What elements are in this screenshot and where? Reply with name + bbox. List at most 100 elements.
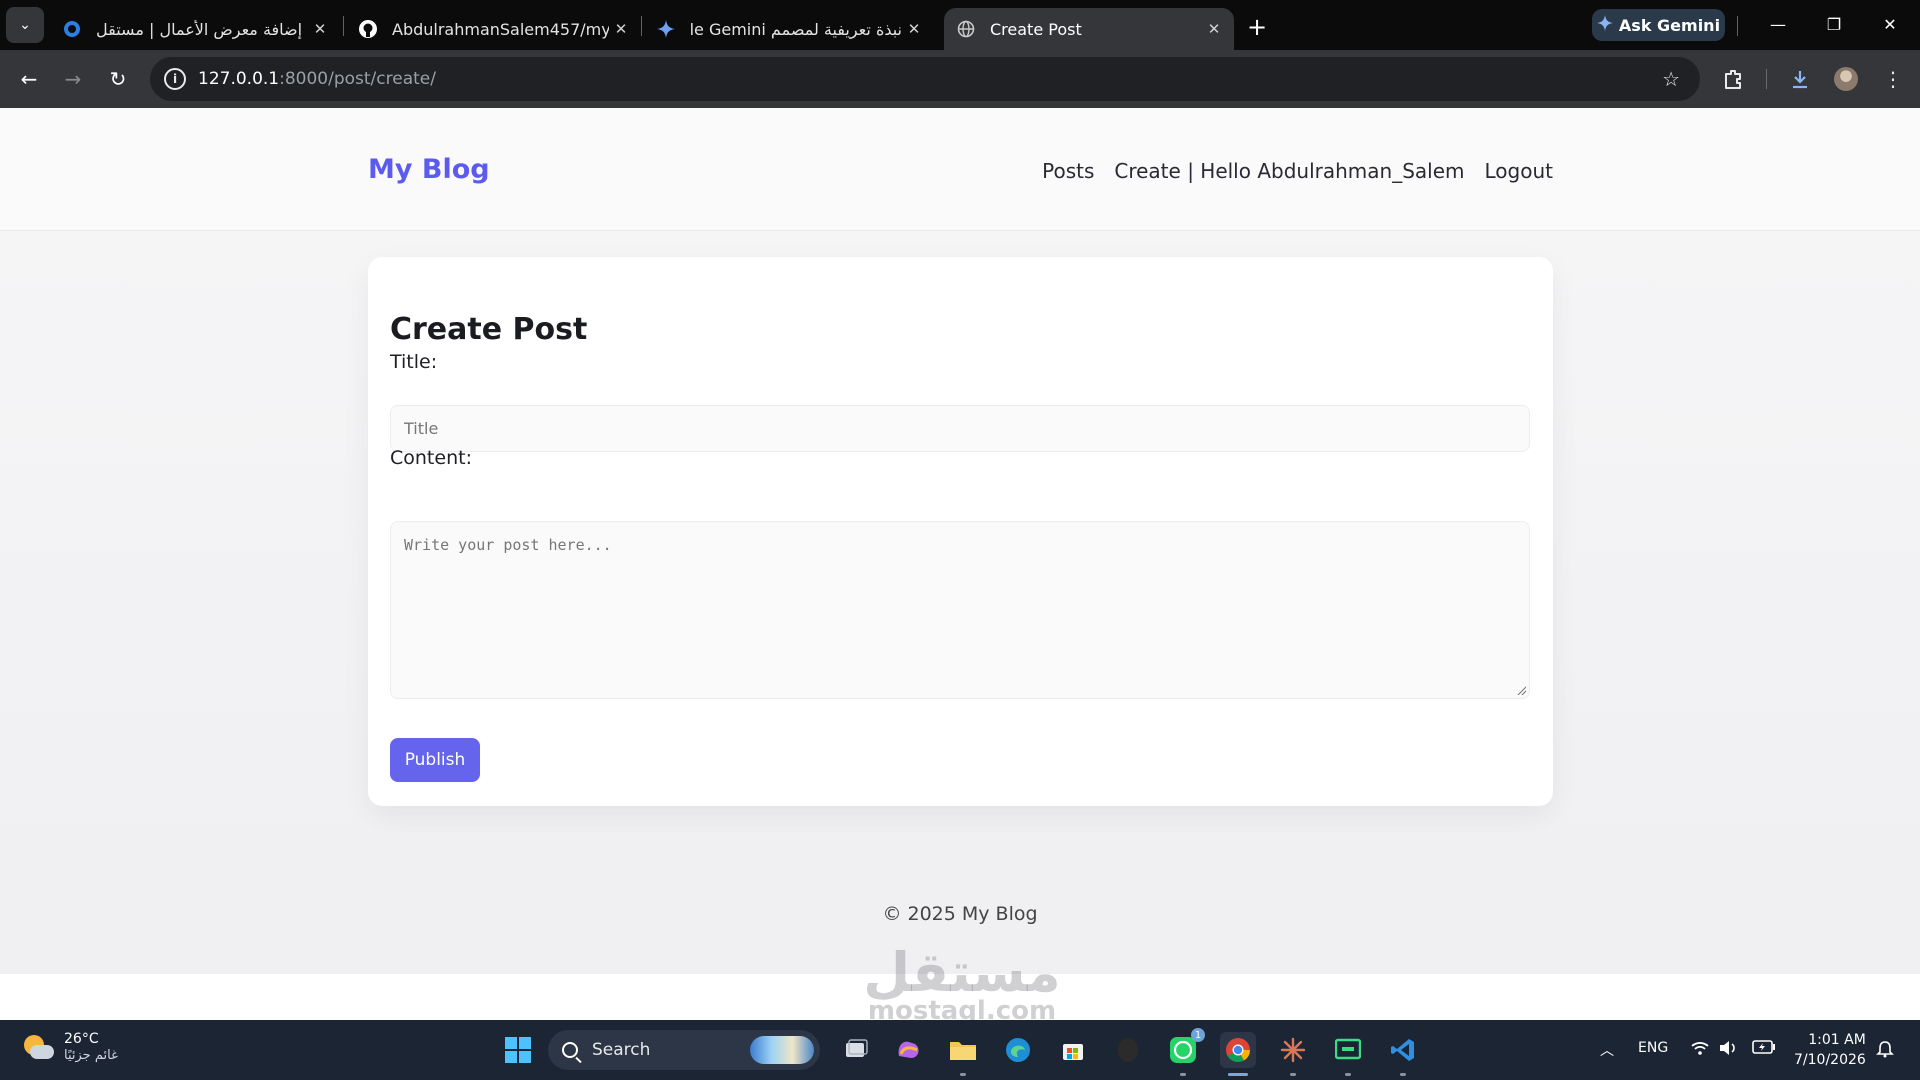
tab-title: Create Post: [990, 19, 1082, 39]
site-header: My Blog Posts Create | Hello Abdulrahman…: [0, 108, 1920, 231]
close-icon[interactable]: ✕: [1202, 20, 1226, 38]
search-highlight-art: [750, 1036, 814, 1064]
ask-gemini-button[interactable]: Ask Gemini: [1592, 9, 1725, 41]
gemini-icon: [1596, 15, 1613, 35]
restore-icon: ❐: [1826, 14, 1842, 34]
arrow-left-icon: ←: [20, 67, 38, 91]
windows-logo-icon: [505, 1037, 531, 1063]
page-title: Create Post: [390, 312, 588, 347]
profile-avatar[interactable]: [1834, 67, 1858, 91]
wifi-icon[interactable]: [1690, 1040, 1710, 1060]
tab-gemini[interactable]: نبذة تعريفية لمصمم Google Gemini ✕: [644, 8, 934, 50]
running-indicator: [960, 1073, 966, 1076]
close-icon[interactable]: ✕: [308, 20, 332, 38]
search-icon: [562, 1042, 578, 1058]
more-menu-icon[interactable]: ⋮: [1880, 66, 1906, 92]
whatsapp-icon[interactable]: 1: [1165, 1028, 1205, 1076]
back-button[interactable]: ←: [13, 63, 45, 95]
site-info-icon[interactable]: i: [164, 68, 186, 90]
chevron-down-icon: ⌄: [19, 17, 31, 33]
url-path: :8000/post/create/: [279, 69, 436, 89]
tab-divider: [641, 16, 642, 36]
tab-mostaql[interactable]: إضافة معرض الأعمال | مستقل ✕: [50, 8, 340, 50]
browser-tab-bar: ⌄ إضافة معرض الأعمال | مستقل ✕ Abdulrahm…: [0, 0, 1920, 50]
bookmark-star-icon[interactable]: ☆: [1662, 67, 1680, 91]
publish-button[interactable]: Publish: [390, 738, 480, 782]
url-host: 127.0.0.1: [198, 69, 280, 89]
task-view-icon[interactable]: [838, 1032, 874, 1068]
toolbar-divider: [1766, 69, 1767, 89]
tab-divider: [1737, 16, 1738, 36]
arrow-right-icon: →: [64, 67, 82, 91]
download-icon[interactable]: [1787, 66, 1813, 92]
show-hidden-icons-chevron-icon[interactable]: ︿: [1600, 1040, 1614, 1060]
title-placeholder: Title: [404, 419, 439, 438]
running-indicator: [1345, 1073, 1351, 1076]
site-brand[interactable]: My Blog: [368, 154, 490, 185]
tab-title: AbdulrahmanSalem457/myblog: [392, 19, 609, 39]
clock-date: 7/10/2026: [1794, 1052, 1866, 1068]
restore-button[interactable]: ❐: [1806, 0, 1862, 48]
reload-button[interactable]: ↻: [102, 63, 134, 95]
edge-browser-icon[interactable]: [1000, 1032, 1036, 1068]
tab-title: نبذة تعريفية لمصمم Google Gemini: [690, 19, 902, 39]
globe-icon: [956, 19, 976, 39]
tab-title: إضافة معرض الأعمال | مستقل: [96, 19, 303, 39]
content-placeholder: Write your post here...: [404, 536, 612, 554]
windows-taskbar: 26°C غائم جزئيًا Search 1 ︿ ENG 1:01 AM …: [0, 1020, 1920, 1080]
new-tab-button[interactable]: +: [1242, 12, 1272, 42]
system-clock[interactable]: 1:01 AM 7/10/2026: [1794, 1030, 1866, 1070]
nav-logout-link[interactable]: Logout: [1485, 159, 1553, 183]
close-icon[interactable]: ✕: [902, 20, 926, 38]
extensions-icon[interactable]: [1720, 66, 1746, 92]
nav-posts-link[interactable]: Posts: [1042, 159, 1094, 183]
site-footer: © 2025 My Blog: [882, 903, 1038, 925]
claude-icon[interactable]: [1275, 1032, 1311, 1076]
content-label: Content:: [390, 447, 472, 469]
dark-app-icon[interactable]: [1110, 1032, 1146, 1068]
tab-divider: [343, 16, 344, 36]
terminal-app-icon[interactable]: [1330, 1032, 1366, 1076]
url-text: 127.0.0.1:8000/post/create/: [198, 69, 436, 89]
weather-widget[interactable]: 26°C غائم جزئيًا: [22, 1030, 118, 1063]
page-viewport: My Blog Posts Create | Hello Abdulrahman…: [0, 108, 1920, 1024]
microsoft-store-icon[interactable]: [1055, 1032, 1091, 1068]
battery-charging-icon[interactable]: [1752, 1040, 1776, 1058]
site-nav: Posts Create | Hello Abdulrahman_Salem L…: [1042, 159, 1553, 183]
weather-partly-cloudy-icon: [22, 1033, 54, 1061]
close-window-button[interactable]: ✕: [1862, 0, 1918, 48]
plus-icon: +: [1246, 13, 1268, 41]
volume-icon[interactable]: [1718, 1040, 1738, 1060]
file-explorer-icon[interactable]: [945, 1032, 981, 1076]
search-label: Search: [592, 1040, 651, 1060]
running-indicator: [1180, 1073, 1186, 1076]
mostaql-icon: [62, 19, 82, 39]
content-textarea[interactable]: Write your post here...: [390, 521, 1530, 699]
create-post-card: Create Post Title: Title Content: Write …: [368, 257, 1553, 806]
title-input[interactable]: Title: [390, 405, 1530, 452]
vscode-icon[interactable]: [1385, 1032, 1421, 1076]
start-button[interactable]: [500, 1032, 536, 1068]
close-icon: ✕: [1883, 14, 1897, 34]
whatsapp-unread-badge: 1: [1191, 1028, 1205, 1042]
address-bar[interactable]: i 127.0.0.1:8000/post/create/ ☆: [150, 57, 1700, 101]
tab-create-post[interactable]: Create Post ✕: [944, 8, 1234, 50]
forward-button[interactable]: →: [57, 63, 89, 95]
minimize-button[interactable]: —: [1750, 0, 1806, 48]
input-language[interactable]: ENG: [1638, 1040, 1668, 1056]
weather-condition: غائم جزئيًا: [64, 1048, 118, 1063]
title-label: Title:: [390, 351, 438, 373]
chrome-icon[interactable]: [1220, 1032, 1256, 1076]
tab-github[interactable]: AbdulrahmanSalem457/myblog ✕: [346, 8, 641, 50]
tab-search-button[interactable]: ⌄: [6, 7, 44, 43]
running-indicator: [1290, 1073, 1296, 1076]
github-icon: [358, 19, 378, 39]
resize-handle-icon[interactable]: [1516, 685, 1526, 695]
browser-toolbar: ← → ↻ i 127.0.0.1:8000/post/create/ ☆ ⋮: [0, 50, 1920, 108]
copilot-icon[interactable]: [890, 1032, 926, 1068]
taskbar-search[interactable]: Search: [548, 1030, 820, 1070]
nav-create-link[interactable]: Create | Hello Abdulrahman_Salem: [1114, 159, 1464, 183]
notification-bell-icon[interactable]: [1876, 1040, 1894, 1062]
close-icon[interactable]: ✕: [609, 20, 633, 38]
weather-temp: 26°C: [64, 1031, 99, 1047]
